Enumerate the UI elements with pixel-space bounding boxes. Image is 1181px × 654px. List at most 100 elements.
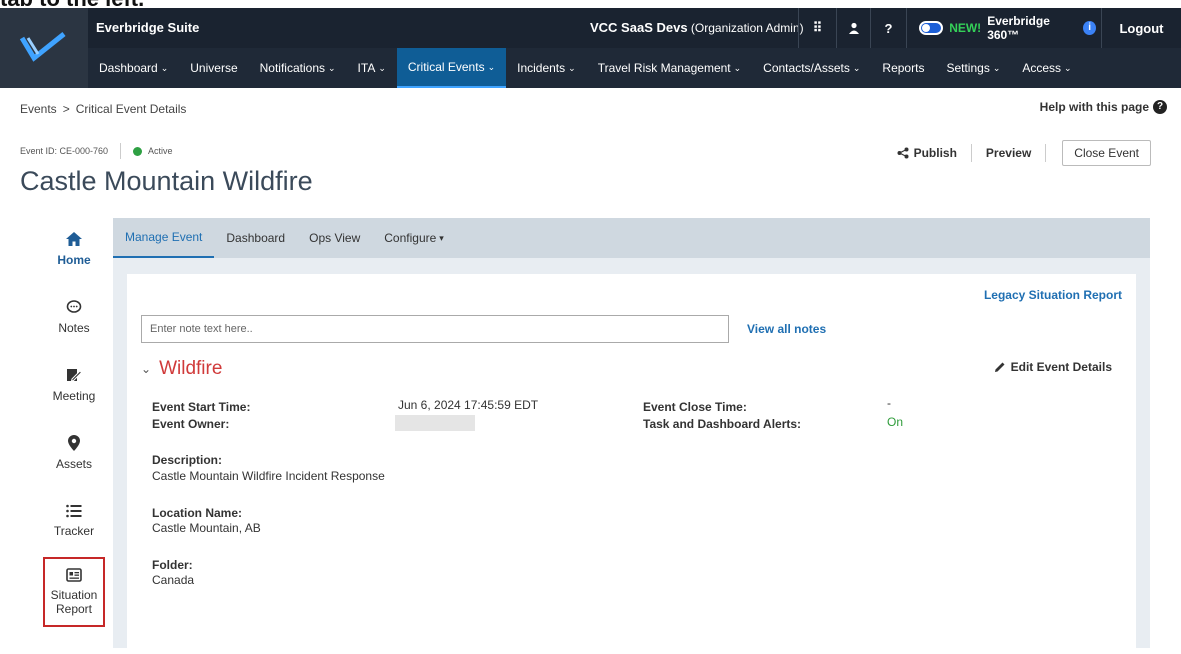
chevron-down-icon: ⌄	[160, 62, 169, 73]
chevron-down-icon: ⌄	[141, 362, 152, 376]
start-time-value: Jun 6, 2024 17:45:59 EDT	[398, 398, 539, 412]
breadcrumb: Events > Critical Event Details	[20, 102, 186, 116]
grid-icon: ⠿	[812, 20, 823, 35]
help-button[interactable]: ?	[870, 8, 906, 48]
divider	[120, 143, 122, 159]
folder-value: Canada	[152, 573, 195, 587]
everbridge-logo[interactable]	[0, 8, 88, 88]
event-sidebar: Home Notes Meeting Assets Tracker Situat…	[40, 215, 108, 629]
tab-configure[interactable]: Configure ▾	[372, 218, 456, 258]
preview-button[interactable]: Preview	[972, 146, 1045, 160]
share-icon	[897, 147, 909, 159]
folder-label: Folder:	[152, 558, 193, 572]
status-dot-icon	[133, 146, 143, 156]
chat-bubble-icon	[66, 300, 82, 313]
section-header-toggle[interactable]: ⌄ Wildfire	[141, 358, 222, 380]
cut-off-heading: tab to the left.	[0, 0, 1181, 8]
close-event-button[interactable]: Close Event	[1062, 140, 1151, 166]
location-value: Castle Mountain, AB	[152, 521, 261, 535]
main-nav: Dashboard ⌄ Universe Notifications ⌄ ITA ⌄ Crit…	[88, 48, 1181, 88]
nav-item-ita[interactable]: ITA ⌄	[347, 48, 397, 88]
nav-item-settings[interactable]: Settings ⌄	[935, 48, 1011, 88]
tab-ops-view[interactable]: Ops View	[297, 218, 372, 258]
edit-event-details-button[interactable]: Edit Event Details	[994, 360, 1112, 374]
sidebar-item-notes[interactable]: Notes	[40, 283, 108, 351]
page-title: Castle Mountain Wildfire	[20, 166, 313, 196]
sidebar-item-meeting[interactable]: Meeting	[40, 351, 108, 419]
chevron-down-icon: ⌄	[487, 61, 496, 72]
description-label: Description:	[152, 453, 223, 467]
organization-name[interactable]: VCC SaaS Devs (Organization Admin)	[590, 20, 804, 35]
breadcrumb-events-link[interactable]: Events	[20, 102, 57, 116]
breadcrumb-separator: >	[62, 102, 70, 116]
legacy-situation-report-link[interactable]: Legacy Situation Report	[984, 288, 1122, 302]
chevron-down-icon: ⌄	[568, 62, 576, 73]
user-profile-button[interactable]	[836, 8, 870, 48]
logo-icon	[19, 32, 66, 62]
caret-down-icon: ▾	[439, 232, 444, 243]
meeting-icon	[67, 369, 82, 382]
product-360-label: Everbridge 360™	[987, 14, 1050, 42]
question-circle-icon: ?	[1153, 100, 1167, 114]
nav-item-incidents[interactable]: Incidents ⌄	[506, 48, 587, 88]
toggle-switch-icon	[919, 21, 944, 35]
alerts-value: On	[887, 415, 904, 429]
chevron-down-icon: ⌄	[852, 62, 861, 73]
event-details-card: Legacy Situation Report View all notes ⌄…	[127, 274, 1136, 654]
status-label: Active	[148, 146, 173, 156]
logout-button[interactable]: Logout	[1101, 8, 1181, 48]
location-label: Location Name:	[152, 506, 243, 520]
home-icon	[66, 232, 82, 246]
nav-item-contacts-assets[interactable]: Contacts/Assets ⌄	[752, 48, 871, 88]
event-actions: Publish Preview Close Event	[883, 140, 1151, 166]
description-value: Castle Mountain Wildfire Incident Respon…	[152, 469, 385, 483]
user-icon	[848, 22, 859, 34]
alerts-label: Task and Dashboard Alerts:	[643, 417, 802, 431]
list-icon	[66, 504, 82, 518]
header-row-top: Everbridge Suite VCC SaaS Devs (Organiza…	[88, 8, 1181, 48]
publish-button[interactable]: Publish	[883, 146, 971, 160]
section-title: Wildfire	[159, 358, 223, 379]
chevron-down-icon: ⌄	[992, 62, 1001, 73]
report-icon	[66, 568, 82, 582]
tab-dashboard[interactable]: Dashboard	[214, 218, 297, 258]
event-tabs: Manage Event Dashboard Ops View Configur…	[113, 218, 1150, 258]
chevron-down-icon: ⌄	[733, 62, 742, 73]
info-icon: i	[1083, 21, 1096, 35]
map-pin-icon	[68, 435, 80, 451]
nav-item-dashboard[interactable]: Dashboard ⌄	[88, 48, 179, 88]
everbridge-360-toggle[interactable]: NEW! Everbridge 360™ i	[906, 8, 1096, 48]
close-time-label: Event Close Time:	[643, 400, 747, 414]
nav-item-travel-risk-management[interactable]: Travel Risk Management ⌄	[587, 48, 752, 88]
apps-grid-button[interactable]: ⠿	[798, 8, 836, 48]
suite-title: Everbridge Suite	[96, 20, 200, 35]
nav-item-reports[interactable]: Reports	[871, 48, 935, 88]
sidebar-item-home[interactable]: Home	[40, 215, 108, 283]
tab-manage-event[interactable]: Manage Event	[113, 218, 215, 258]
content-area: Manage Event Dashboard Ops View Configur…	[113, 218, 1150, 654]
new-label: NEW!	[949, 21, 982, 35]
sidebar-item-assets[interactable]: Assets	[40, 419, 108, 487]
owner-label: Event Owner:	[152, 417, 230, 431]
nav-item-access[interactable]: Access ⌄	[1011, 48, 1082, 88]
divider	[1045, 144, 1047, 162]
note-input[interactable]	[141, 315, 729, 343]
question-icon: ?	[884, 20, 893, 36]
nav-item-notifications[interactable]: Notifications ⌄	[249, 48, 347, 88]
event-id: Event ID: CE-000-760	[20, 146, 109, 156]
help-with-page-link[interactable]: Help with this page ?	[1040, 100, 1167, 114]
start-time-label: Event Start Time:	[152, 400, 251, 414]
pencil-icon	[994, 362, 1005, 372]
sidebar-item-situation-report[interactable]: Situation Report	[43, 557, 105, 627]
nav-item-critical-events[interactable]: Critical Events ⌄	[396, 48, 507, 88]
chevron-down-icon: ⌄	[378, 62, 386, 73]
chevron-down-icon: ⌄	[328, 62, 336, 73]
sidebar-item-tracker[interactable]: Tracker	[40, 487, 108, 555]
close-time-value: -	[887, 396, 891, 410]
owner-value-redacted	[395, 415, 475, 431]
chevron-down-icon: ⌄	[1064, 62, 1072, 73]
breadcrumb-current: Critical Event Details	[75, 102, 187, 116]
event-meta: Event ID: CE-000-760 Active	[20, 143, 173, 159]
view-all-notes-link[interactable]: View all notes	[747, 322, 826, 336]
nav-item-universe[interactable]: Universe	[179, 48, 248, 88]
